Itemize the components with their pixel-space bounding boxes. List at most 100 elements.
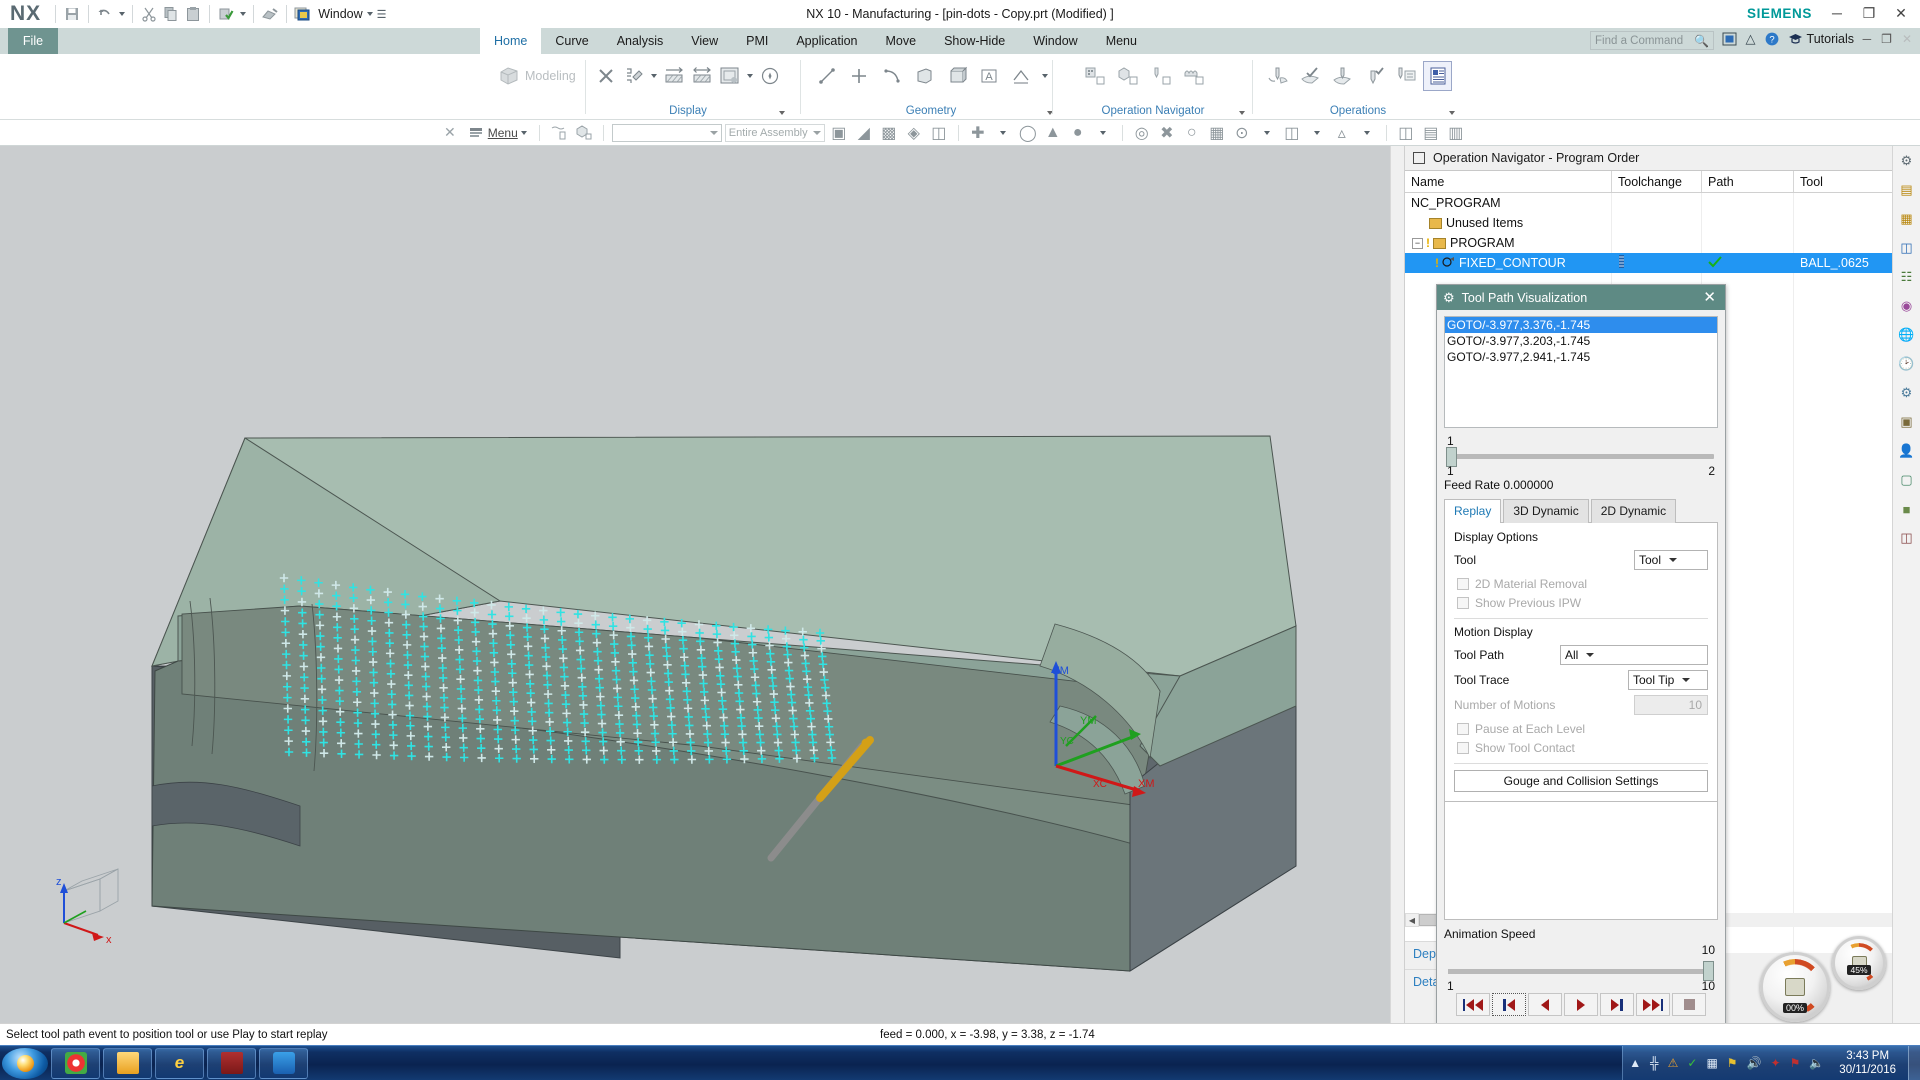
approve-toolpath-icon[interactable] xyxy=(1359,61,1388,91)
checkbox-show-tool-contact[interactable]: Show Tool Contact xyxy=(1454,738,1708,757)
selection-filter-combo[interactable] xyxy=(611,123,722,142)
snap-point-dropdown-icon[interactable] xyxy=(992,123,1014,143)
cut-icon[interactable] xyxy=(138,3,160,25)
wcs-icon[interactable]: ◫ xyxy=(1281,123,1303,143)
rewind-to-start-button[interactable] xyxy=(1456,993,1490,1016)
part-navigator-icon[interactable]: ◫ xyxy=(1896,237,1918,259)
snap-quadrant-icon[interactable]: ◎ xyxy=(1131,123,1153,143)
taskbar-item-file-explorer[interactable] xyxy=(103,1047,152,1079)
animation-speed-slider[interactable]: 10 1 10 xyxy=(1444,943,1718,993)
machine-tool-view-icon[interactable] xyxy=(1146,61,1176,91)
process-studio-icon[interactable]: ⚙ xyxy=(1896,382,1918,404)
block-icon[interactable] xyxy=(942,61,971,91)
taskbar-clock[interactable]: 3:43 PM 30/11/2016 xyxy=(1833,1049,1902,1077)
taskbar-item-nx[interactable] xyxy=(207,1047,256,1079)
display-group-expand-icon[interactable] xyxy=(779,111,785,115)
tool-path-select[interactable]: All xyxy=(1560,645,1708,665)
dialog-title-bar[interactable]: ⚙ Tool Path Visualization ✕ xyxy=(1437,285,1725,310)
generate-toolpath-icon[interactable] xyxy=(1264,61,1293,91)
selection-scope-icon[interactable] xyxy=(573,123,595,143)
show-hidden-dropdown-icon[interactable] xyxy=(650,65,659,87)
list-item[interactable]: GOTO/-3.977,3.376,-1.745 xyxy=(1445,317,1717,333)
tab-analysis[interactable]: Analysis xyxy=(603,28,678,54)
3d-viewport[interactable]: ZM YM XM YC XC z x xyxy=(0,146,1404,1023)
speaker-icon[interactable]: 🔈 xyxy=(1809,1056,1824,1070)
table-row[interactable]: ! FIXED_CONTOUR BALL_.0625 xyxy=(1405,253,1892,273)
network-config-icon[interactable]: ▦ xyxy=(1706,1056,1717,1070)
flag-alert-icon[interactable]: ⚑ xyxy=(1790,1056,1801,1070)
select-edge-icon[interactable]: ◢ xyxy=(853,123,875,143)
checkbox-icon[interactable] xyxy=(1457,577,1469,590)
close-toolbar-icon[interactable]: ✕ xyxy=(438,124,462,141)
taskbar-item-blue-app[interactable] xyxy=(259,1047,308,1079)
plane-snap-dropdown-icon[interactable] xyxy=(1356,123,1378,143)
simulate-toolpath-icon[interactable] xyxy=(1328,61,1357,91)
dimension-dropdown-icon[interactable] xyxy=(1039,65,1050,87)
copy-to-layer-icon[interactable]: ▥ xyxy=(1445,123,1467,143)
fast-forward-button[interactable] xyxy=(1636,993,1670,1016)
tool-select[interactable]: Tool xyxy=(1634,550,1708,570)
extrude-icon[interactable] xyxy=(909,61,938,91)
antivirus-icon[interactable]: ✓ xyxy=(1687,1056,1697,1070)
geometry-view-icon[interactable] xyxy=(1113,61,1143,91)
checkbox-show-previous-ipw[interactable]: Show Previous IPW xyxy=(1454,593,1708,612)
volume-icon[interactable]: 🔊 xyxy=(1747,1056,1762,1070)
column-header-tool[interactable]: Tool xyxy=(1794,171,1892,192)
tab-application[interactable]: Application xyxy=(782,28,871,54)
select-face-icon[interactable]: ▣ xyxy=(828,123,850,143)
event-slider[interactable]: 1 1 2 xyxy=(1444,434,1718,478)
tab-show-hide[interactable]: Show-Hide xyxy=(930,28,1019,54)
minimize-button[interactable]: ─ xyxy=(1826,3,1848,23)
step-forward-button[interactable] xyxy=(1600,993,1634,1016)
play-reverse-button[interactable] xyxy=(1528,993,1562,1016)
operation-navigator-header[interactable]: Operation Navigator - Program Order xyxy=(1405,146,1892,170)
checkbox-pause-each-level[interactable]: Pause at Each Level xyxy=(1454,719,1708,738)
snap-endpoint-icon[interactable]: ◯ xyxy=(1017,123,1039,143)
tab-window[interactable]: Window xyxy=(1019,28,1091,54)
history-icon[interactable]: 🕑 xyxy=(1896,353,1918,375)
hide-icon[interactable] xyxy=(594,61,619,91)
column-header-name[interactable]: Name xyxy=(1405,171,1612,192)
tutorials-button[interactable]: Tutorials xyxy=(1788,32,1854,46)
expand-collapse-icon[interactable]: − xyxy=(1412,237,1423,249)
overflow-icon[interactable]: ☰ xyxy=(377,8,387,21)
program-order-view-icon[interactable] xyxy=(1080,61,1110,91)
snap-dropdown-icon[interactable] xyxy=(1092,123,1114,143)
update-icon[interactable]: ⚠ xyxy=(1668,1056,1679,1070)
select-body-icon[interactable]: ▩ xyxy=(878,123,900,143)
shop-documentation-icon[interactable] xyxy=(1423,61,1452,91)
machining-knowledge-icon[interactable]: ▣ xyxy=(1896,411,1918,433)
section-forward-icon[interactable] xyxy=(662,61,687,91)
menu-button[interactable]: Menu xyxy=(465,126,531,140)
line-icon[interactable] xyxy=(812,61,841,91)
goto-event-list[interactable]: GOTO/-3.977,3.376,-1.745 GOTO/-3.977,3.2… xyxy=(1444,316,1718,428)
bluetooth-icon[interactable]: ╬ xyxy=(1650,1056,1659,1070)
checkbox-2d-material-removal[interactable]: 2D Material Removal xyxy=(1454,574,1708,593)
reuse-library-icon[interactable]: ☷ xyxy=(1896,266,1918,288)
start-button[interactable] xyxy=(2,1047,48,1079)
radial-display-icon[interactable] xyxy=(757,61,782,91)
snap-midpoint-icon[interactable]: ▲ xyxy=(1042,123,1064,143)
verify-toolpath-icon[interactable] xyxy=(1296,61,1325,91)
doc-close-button[interactable]: ✕ xyxy=(1902,32,1912,46)
point-icon[interactable] xyxy=(844,61,873,91)
column-header-toolchange[interactable]: Toolchange xyxy=(1612,171,1702,192)
show-desktop-button[interactable] xyxy=(1908,1045,1920,1080)
window-switch-icon[interactable] xyxy=(292,3,314,25)
window-menu-button[interactable]: Window ☰ xyxy=(318,7,386,21)
table-row[interactable]: − ! PROGRAM xyxy=(1405,233,1892,253)
snap-tangent-icon[interactable]: ⊙ xyxy=(1231,123,1253,143)
action-center-icon[interactable]: ⚑ xyxy=(1727,1056,1738,1070)
section-both-icon[interactable] xyxy=(689,61,714,91)
chevron-up-icon[interactable]: △ xyxy=(1746,31,1756,47)
arc-icon[interactable] xyxy=(877,61,906,91)
step-back-button[interactable] xyxy=(1492,993,1526,1016)
tab-move[interactable]: Move xyxy=(872,28,931,54)
close-icon[interactable]: ✕ xyxy=(1700,290,1719,305)
settings-gear-icon[interactable]: ⚙ xyxy=(1896,150,1918,172)
select-component-icon[interactable]: ◫ xyxy=(928,123,950,143)
modeling-button[interactable]: Modeling xyxy=(490,54,576,98)
text-icon[interactable]: A xyxy=(974,61,1003,91)
restore-button[interactable]: ❐ xyxy=(1858,3,1880,23)
wcs-dropdown-icon[interactable] xyxy=(1306,123,1328,143)
